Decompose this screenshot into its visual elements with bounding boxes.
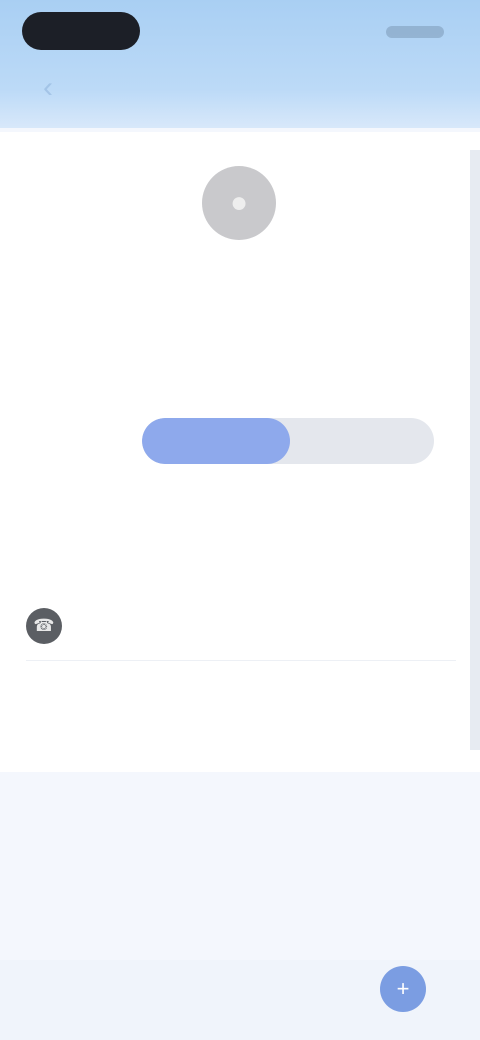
divider [26, 660, 456, 661]
plus-icon: + [396, 976, 410, 1001]
status-bar-pill [22, 12, 140, 50]
name-value[interactable] [142, 310, 332, 332]
phone-icon: ☎ [26, 608, 62, 644]
scrollbar[interactable] [470, 150, 480, 750]
status-indicators [386, 26, 444, 38]
add-button[interactable]: + [380, 966, 426, 1012]
avatar[interactable]: ● [202, 166, 276, 240]
toggle-option-first[interactable] [142, 418, 290, 464]
user-icon: ● [229, 186, 249, 219]
phone-row[interactable]: ☎ [26, 600, 446, 648]
screen: ‹ ● ☎ + [0, 0, 480, 1040]
chevron-left-icon: ‹ [43, 71, 53, 104]
header: ‹ [0, 0, 480, 128]
toggle-option-second[interactable] [292, 418, 434, 464]
back-button[interactable]: ‹ [20, 66, 76, 110]
segmented-toggle [142, 418, 434, 464]
